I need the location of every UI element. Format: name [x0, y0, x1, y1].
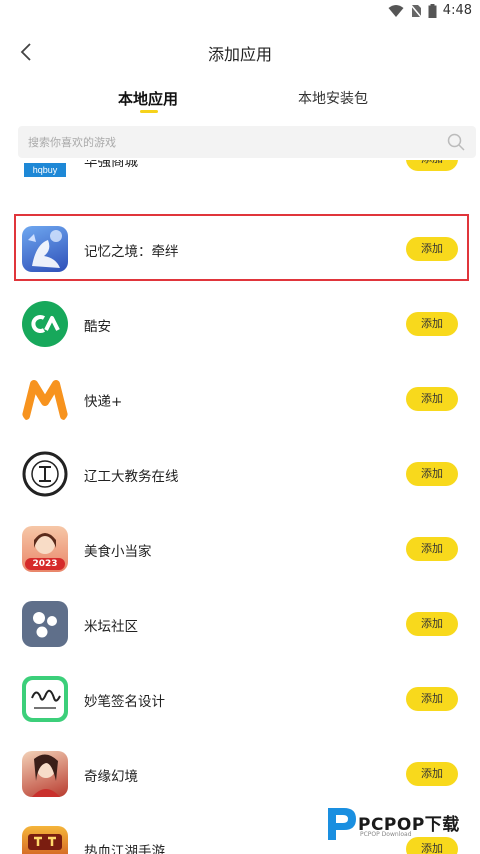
- page-title: 添加应用: [207, 45, 272, 64]
- app-name: 米坛社区: [84, 619, 138, 635]
- lntu-seal-icon: [22, 451, 68, 497]
- search-input[interactable]: 搜索你喜欢的游戏: [18, 126, 476, 158]
- status-bar: 4:48: [0, 0, 480, 24]
- no-sim-icon: [410, 4, 422, 17]
- year-badge: 2023: [25, 558, 65, 570]
- add-button[interactable]: 添加: [406, 687, 458, 711]
- add-button[interactable]: 添加: [406, 160, 458, 171]
- kuaidi-m-icon: [22, 376, 68, 422]
- fantasy-game-icon: [22, 751, 68, 797]
- add-button[interactable]: 添加: [406, 387, 458, 411]
- pcpop-logo-icon: [328, 808, 356, 840]
- mitan-dots-icon: [22, 601, 68, 647]
- add-button[interactable]: 添加: [406, 612, 458, 636]
- active-tab-indicator: [140, 110, 158, 113]
- app-name: 奇缘幻境: [84, 769, 138, 785]
- app-name: 妙笔签名设计: [84, 694, 165, 710]
- hqbuy-logo-icon: hqbuy: [22, 160, 68, 182]
- list-item: 快递+ 添加: [0, 363, 480, 438]
- hqbuy-logo-text: hqbuy: [24, 163, 66, 177]
- wifi-icon: [388, 4, 404, 17]
- app-name: 美食小当家: [84, 544, 152, 560]
- selection-highlight: [14, 214, 469, 281]
- list-item: 酷安 添加: [0, 288, 480, 363]
- search-placeholder: 搜索你喜欢的游戏: [28, 136, 116, 149]
- list-item: 米坛社区 添加: [0, 588, 480, 663]
- app-name: 热血江湖手游: [84, 844, 165, 854]
- app-name: 辽工大教务在线: [84, 469, 179, 485]
- watermark-sub: PCPOP Download: [360, 831, 412, 838]
- list-item: hqbuy 华强商城 添加: [0, 160, 480, 198]
- battery-icon: [428, 3, 437, 18]
- app-name: 快递+: [84, 394, 123, 410]
- food-game-icon: 2023: [22, 526, 68, 572]
- add-button[interactable]: 添加: [406, 312, 458, 336]
- list-item: 妙笔签名设计 添加: [0, 663, 480, 738]
- clock: 4:48: [442, 3, 472, 18]
- rexue-game-icon: [22, 826, 68, 854]
- add-button[interactable]: 添加: [406, 762, 458, 786]
- app-name: 华强商城: [84, 160, 138, 170]
- add-button[interactable]: 添加: [406, 462, 458, 486]
- header: 添加应用: [0, 24, 480, 80]
- watermark: PCPOP下载 PCPOP Download: [322, 800, 480, 850]
- tab-local-packages[interactable]: 本地安装包: [298, 88, 368, 108]
- tab-bar: 本地应用 本地安装包: [0, 80, 480, 124]
- tab-local-apps[interactable]: 本地应用: [118, 88, 178, 109]
- search-icon[interactable]: [446, 132, 466, 152]
- signature-icon: [22, 676, 68, 722]
- list-item: 辽工大教务在线 添加: [0, 438, 480, 513]
- add-button[interactable]: 添加: [406, 537, 458, 561]
- coolapk-icon: [22, 301, 68, 347]
- app-name: 酷安: [84, 319, 111, 335]
- list-item: 2023 美食小当家 添加: [0, 513, 480, 588]
